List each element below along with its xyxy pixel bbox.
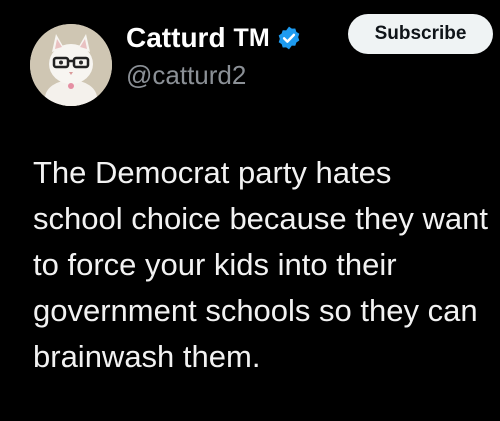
trademark-badge: TM: [233, 23, 270, 52]
tweet-header: Catturd TM @catturd2 Subscribe: [30, 14, 500, 114]
name-row: Catturd TM: [126, 18, 302, 58]
subscribe-button[interactable]: Subscribe: [348, 14, 493, 54]
verified-badge-icon: [276, 25, 302, 51]
tweet-text: The Democrat party hates school choice b…: [33, 155, 488, 374]
cat-with-glasses-avatar-icon: [30, 24, 112, 106]
avatar[interactable]: [30, 24, 112, 106]
user-handle[interactable]: @catturd2: [126, 60, 246, 91]
display-name[interactable]: Catturd: [126, 22, 226, 54]
